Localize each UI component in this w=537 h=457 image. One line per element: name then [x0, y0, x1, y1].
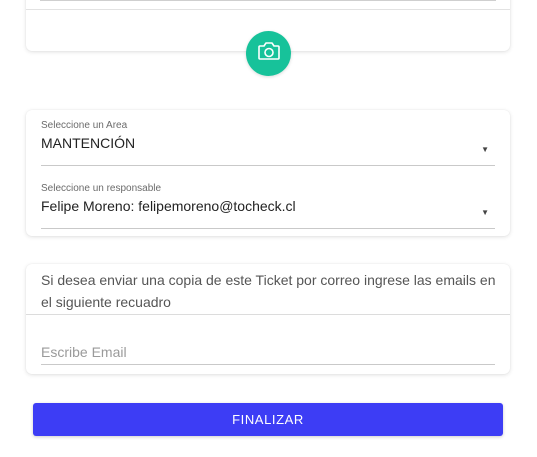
- assignment-card: Seleccione un Area MANTENCIÓN ▼ Seleccio…: [26, 110, 510, 236]
- area-select-label: Seleccione un Area: [41, 120, 128, 131]
- finalize-button[interactable]: FINALIZAR: [33, 403, 503, 436]
- dropdown-arrow-icon: ▼: [481, 145, 489, 154]
- camera-icon: [257, 41, 281, 66]
- dropdown-arrow-icon: ▼: [481, 208, 489, 217]
- previous-field-underline: [40, 0, 496, 1]
- email-card-divider: [26, 314, 510, 315]
- responsable-select-value: Felipe Moreno: felipemoreno@tocheck.cl: [41, 198, 296, 214]
- responsable-select-label: Seleccione un responsable: [41, 183, 162, 194]
- email-input[interactable]: [41, 340, 495, 365]
- area-select[interactable]: Seleccione un Area MANTENCIÓN ▼: [41, 120, 495, 166]
- photo-card-divider: [26, 9, 510, 10]
- camera-button[interactable]: [246, 31, 291, 76]
- email-copy-card: Si desea enviar una copia de este Ticket…: [26, 264, 510, 374]
- area-select-underline: [41, 165, 495, 166]
- responsable-select-underline: [41, 228, 495, 229]
- responsable-select[interactable]: Seleccione un responsable Felipe Moreno:…: [41, 183, 495, 229]
- area-select-value: MANTENCIÓN: [41, 135, 136, 151]
- email-copy-instructions: Si desea enviar una copia de este Ticket…: [41, 272, 496, 310]
